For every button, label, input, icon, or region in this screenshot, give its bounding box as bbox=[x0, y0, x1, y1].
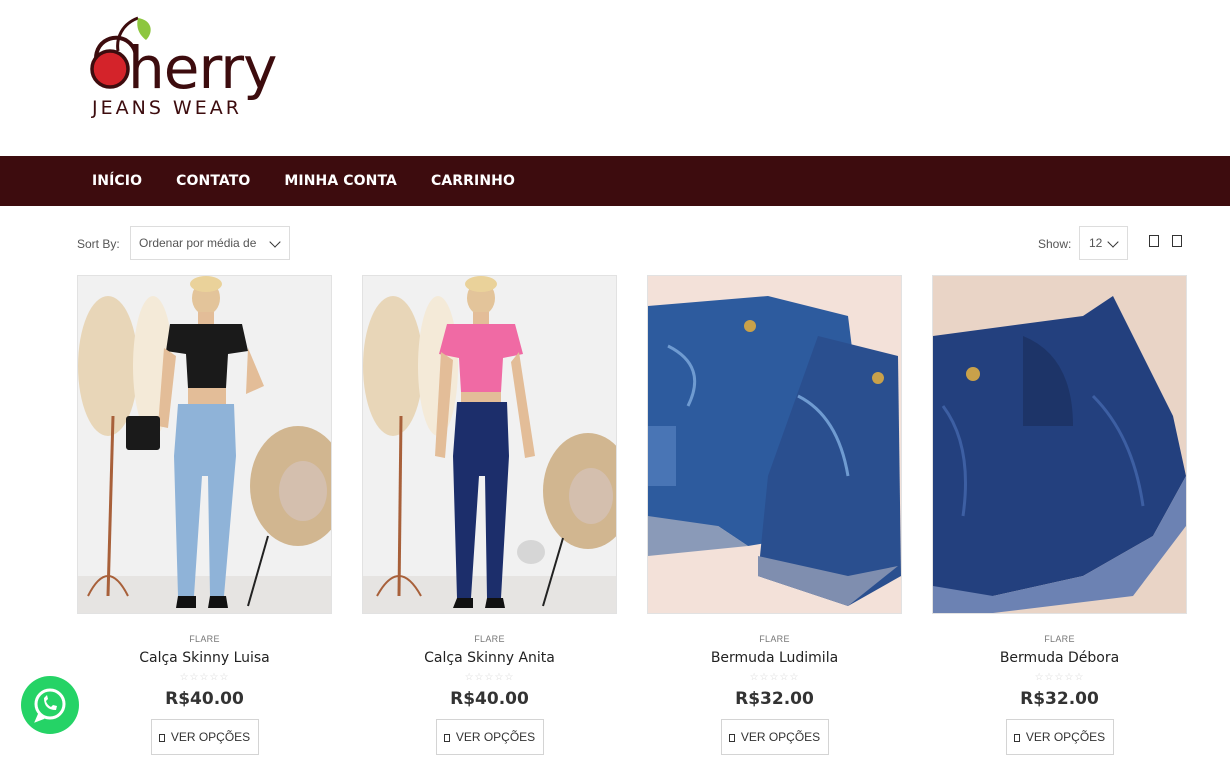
chevron-down-icon bbox=[269, 236, 281, 248]
product-image[interactable] bbox=[77, 275, 332, 614]
product-image[interactable] bbox=[362, 275, 617, 614]
product-price: R$40.00 bbox=[165, 689, 244, 709]
whatsapp-icon bbox=[34, 688, 66, 723]
nav-item-inicio[interactable]: INÍCIO bbox=[92, 173, 142, 189]
product-name[interactable]: Calça Skinny Luisa bbox=[77, 650, 332, 666]
options-icon bbox=[443, 734, 450, 742]
rating-stars: ☆☆☆☆☆ bbox=[1034, 672, 1085, 683]
main-nav: INÍCIO CONTATO MINHA CONTA CARRINHO bbox=[0, 156, 1230, 206]
product-card: FLARE Calça Skinny Anita ☆☆☆☆☆ R$40.00 V… bbox=[362, 275, 617, 755]
button-label: VER OPÇÕES bbox=[1025, 730, 1106, 744]
button-label: VER OPÇÕES bbox=[455, 730, 536, 744]
product-category[interactable]: FLARE bbox=[362, 634, 617, 644]
options-icon bbox=[1013, 734, 1020, 742]
product-name[interactable]: Calça Skinny Anita bbox=[362, 650, 617, 666]
shop-toolbar: Sort By: Ordenar por média de Show: 12 bbox=[0, 222, 1230, 262]
grid-view-icon[interactable] bbox=[1149, 235, 1159, 247]
whatsapp-button[interactable] bbox=[21, 676, 79, 734]
sort-select[interactable]: Ordenar por média de bbox=[130, 226, 290, 260]
nav-item-minha-conta[interactable]: MINHA CONTA bbox=[284, 173, 397, 189]
product-price: R$40.00 bbox=[450, 689, 529, 709]
options-icon bbox=[728, 734, 735, 742]
list-view-icon[interactable] bbox=[1172, 235, 1182, 247]
product-category[interactable]: FLARE bbox=[77, 634, 332, 644]
nav-item-contato[interactable]: CONTATO bbox=[176, 173, 250, 189]
site-header: herry JEANS WEAR bbox=[0, 0, 1230, 156]
product-card: FLARE Calça Skinny Luisa ☆☆☆☆☆ R$40.00 V… bbox=[77, 275, 332, 755]
rating-stars: ☆☆☆☆☆ bbox=[179, 672, 230, 683]
product-card: FLARE Bermuda Débora ☆☆☆☆☆ R$32.00 VER O… bbox=[932, 275, 1187, 755]
show-value: 12 bbox=[1089, 236, 1103, 250]
product-category[interactable]: FLARE bbox=[647, 634, 902, 644]
options-icon bbox=[158, 734, 165, 742]
logo-wordmark: herry bbox=[128, 34, 276, 102]
nav-item-carrinho[interactable]: CARRINHO bbox=[431, 173, 515, 189]
show-label: Show: bbox=[1038, 237, 1072, 251]
product-card: FLARE Bermuda Ludimila ☆☆☆☆☆ R$32.00 VER… bbox=[647, 275, 902, 755]
chevron-down-icon bbox=[1107, 236, 1119, 248]
product-price: R$32.00 bbox=[1020, 689, 1099, 709]
product-price: R$32.00 bbox=[735, 689, 814, 709]
button-label: VER OPÇÕES bbox=[170, 730, 251, 744]
ver-opcoes-button[interactable]: VER OPÇÕES bbox=[150, 719, 259, 755]
ver-opcoes-button[interactable]: VER OPÇÕES bbox=[720, 719, 829, 755]
product-image[interactable] bbox=[932, 275, 1187, 614]
button-label: VER OPÇÕES bbox=[740, 730, 821, 744]
ver-opcoes-button[interactable]: VER OPÇÕES bbox=[435, 719, 544, 755]
product-category[interactable]: FLARE bbox=[932, 634, 1187, 644]
ver-opcoes-button[interactable]: VER OPÇÕES bbox=[1005, 719, 1114, 755]
rating-stars: ☆☆☆☆☆ bbox=[749, 672, 800, 683]
sort-label: Sort By: bbox=[77, 237, 120, 251]
product-name[interactable]: Bermuda Débora bbox=[932, 650, 1187, 666]
rating-stars: ☆☆☆☆☆ bbox=[464, 672, 515, 683]
product-image[interactable] bbox=[647, 275, 902, 614]
show-count-select[interactable]: 12 bbox=[1079, 226, 1128, 260]
product-name[interactable]: Bermuda Ludimila bbox=[647, 650, 902, 666]
cherry-logo[interactable]: herry JEANS WEAR bbox=[86, 14, 326, 126]
sort-value: Ordenar por média de bbox=[139, 236, 257, 250]
logo-subtitle: JEANS WEAR bbox=[91, 97, 242, 119]
